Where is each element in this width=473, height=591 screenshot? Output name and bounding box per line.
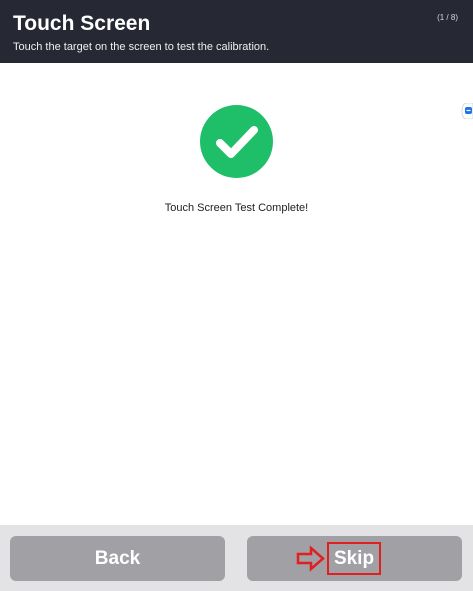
page-title: Touch Screen xyxy=(13,12,151,35)
remote-control-icon[interactable] xyxy=(461,103,473,119)
page-subtitle: Touch the target on the screen to test t… xyxy=(13,41,270,53)
back-button-label: Back xyxy=(94,547,141,569)
status-message: Touch Screen Test Complete! xyxy=(164,202,309,214)
skip-button[interactable]: Skip xyxy=(247,536,462,581)
step-counter: (1 / 8) xyxy=(437,13,458,22)
checkmark-circle-icon xyxy=(200,105,273,178)
header-bar: Touch Screen Touch the target on the scr… xyxy=(0,0,473,63)
footer-bar: Back Skip xyxy=(0,525,473,591)
skip-button-label: Skip xyxy=(327,542,381,575)
content-area: Touch Screen Test Complete! xyxy=(0,63,473,525)
back-button[interactable]: Back xyxy=(10,536,225,581)
arrow-right-icon xyxy=(296,545,325,572)
